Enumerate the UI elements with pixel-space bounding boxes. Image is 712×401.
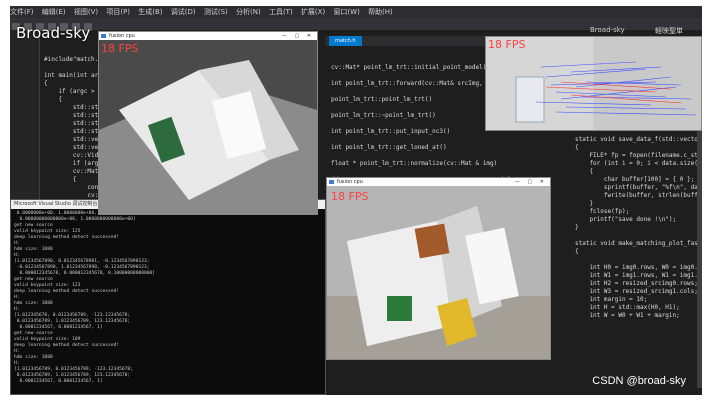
tab-match-h[interactable]: match.h bbox=[329, 36, 362, 46]
code-line: fclose(fp); bbox=[575, 208, 630, 215]
menu-item[interactable]: 测试(S) bbox=[204, 8, 228, 16]
camera-feed-2 bbox=[327, 186, 550, 359]
code-line: int margin = 10; bbox=[575, 296, 648, 303]
menu-item[interactable]: 帮助(H) bbox=[368, 8, 393, 16]
menu-item[interactable]: 扩展(X) bbox=[301, 8, 325, 16]
matching-window[interactable]: 18 FPS bbox=[485, 36, 702, 131]
code-line: FILE* fp = fopen(filename.c_str(), "wb")… bbox=[589, 152, 702, 159]
brand-left: Broad-sky bbox=[16, 24, 91, 42]
menu-item[interactable]: 调试(D) bbox=[171, 8, 196, 16]
window-controls[interactable]: — ▢ ✕ bbox=[282, 32, 314, 40]
menu-bar: 文件(F) 编辑(E) 视图(V) 项目(P) 生成(B) 调试(D) 测试(S… bbox=[10, 6, 702, 18]
desktop-frame: 文件(F) 编辑(E) 视图(V) 项目(P) 生成(B) 调试(D) 测试(S… bbox=[10, 6, 702, 395]
window-title: fusion cpu bbox=[109, 33, 135, 39]
code-line: sprintf(buffer, "%f\n", data[i]); bbox=[603, 184, 702, 191]
code-line: int point_lm_trt::get_loned_at() bbox=[331, 144, 447, 151]
fps-counter: 18 FPS bbox=[331, 190, 369, 203]
window-title: fusion cpu bbox=[337, 179, 363, 185]
menu-item[interactable]: 窗口(W) bbox=[333, 8, 359, 16]
code-line: static void save_data_f(std::vector<floa… bbox=[575, 136, 702, 143]
window-controls[interactable]: — ▢ ✕ bbox=[515, 178, 547, 186]
camera-window-1[interactable]: fusion cpu — ▢ ✕ 18 FPS bbox=[98, 31, 318, 215]
code-editor-right[interactable]: static void save_data_f(std::vector<floa… bbox=[575, 136, 702, 336]
debug-console[interactable]: Microsoft Visual Studio 调试控制台 0.0000000e… bbox=[10, 199, 326, 395]
code-line: for (int i = 0; i < data.size(); i++) bbox=[589, 160, 702, 167]
code-line: { bbox=[575, 144, 579, 151]
code-line: static void make_matching_plot_fast(std:… bbox=[575, 240, 702, 247]
menu-item[interactable]: 编辑(E) bbox=[42, 8, 66, 16]
watermark: CSDN @broad-sky bbox=[592, 375, 686, 387]
window-icon bbox=[101, 34, 106, 38]
brand-right: 軽映聖単 bbox=[655, 27, 683, 35]
console-output: 0.0000000e+00, 1.0000000e+00, 12.0000000… bbox=[11, 209, 325, 395]
menu-item[interactable]: 文件(F) bbox=[10, 8, 34, 16]
brand-center: Broad-sky bbox=[590, 26, 625, 34]
code-line: int W1 = img1.rows, W1 = img1.cols; bbox=[575, 272, 702, 279]
menu-item[interactable]: 分析(N) bbox=[236, 8, 261, 16]
code-line: int H2 = resized_srcimg0.rows; bbox=[575, 280, 698, 287]
code-line: float * point_lm_trt::normalize(cv::Mat … bbox=[331, 160, 498, 167]
console-line: 0.0001234567, 0.0001234567, 1] bbox=[14, 379, 103, 384]
code-line: fwrite(buffer, strlen(buffer), 1, fp); bbox=[603, 192, 702, 199]
camera-window-2[interactable]: fusion cpu — ▢ ✕ 18 FPS bbox=[326, 177, 551, 360]
fps-counter: 18 FPS bbox=[488, 38, 526, 51]
code-line: int H = std::max(H0, H1); bbox=[575, 304, 680, 311]
camera-feed-1 bbox=[99, 40, 317, 214]
code-line: { bbox=[575, 248, 579, 255]
menu-item[interactable]: 生成(B) bbox=[138, 8, 162, 16]
code-line: int H0 = img0.rows, W0 = img0.cols; bbox=[575, 264, 702, 271]
code-line: int W = W0 + W1 + margin; bbox=[575, 312, 680, 319]
menu-item[interactable]: 视图(V) bbox=[74, 8, 98, 16]
fps-counter: 18 FPS bbox=[101, 42, 139, 55]
menu-item[interactable]: 工具(T) bbox=[269, 8, 293, 16]
code-line: int W3 = resized_srcimg1.cols; bbox=[575, 288, 698, 295]
code-line: printf("save done !\n"); bbox=[575, 216, 677, 223]
code-line: { bbox=[575, 168, 594, 175]
code-line: } bbox=[575, 224, 579, 231]
solution-explorer-strip bbox=[10, 30, 40, 200]
window-icon bbox=[329, 180, 334, 184]
code-line: } bbox=[575, 200, 594, 207]
code-line: char buffer[100] = { 0 }; bbox=[575, 176, 695, 183]
menu-item[interactable]: 项目(P) bbox=[106, 8, 130, 16]
